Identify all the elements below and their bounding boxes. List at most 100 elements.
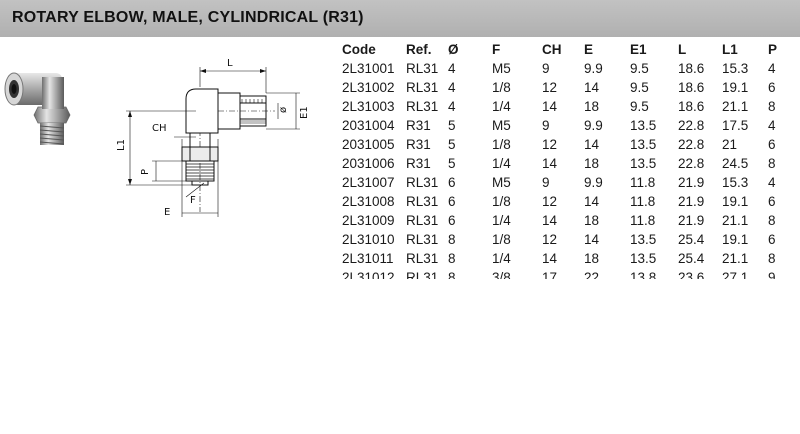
table-cell: 13.5	[630, 118, 657, 133]
table-cell: 2L31012	[342, 270, 395, 279]
table-row: 2L31001 RL31 4 M5 9 9.9 9.5 18.6 15.3 4	[342, 59, 798, 78]
table-cell: M5	[492, 118, 511, 133]
label-P: P	[140, 169, 151, 175]
table-row: 2L31008 RL31 6 1/8 12 14 11.8 21.9 19.1 6	[342, 192, 798, 211]
table-cell: 9	[542, 175, 550, 190]
table-cell: 4	[768, 118, 776, 133]
table-cell: 14	[542, 251, 558, 266]
column-header-l: L	[678, 42, 687, 57]
table-row: 2L31003 RL31 4 1/4 14 18 9.5 18.6 21.1 8	[342, 97, 798, 116]
table-cell: RL31	[406, 213, 439, 228]
table-cell: 2L31007	[342, 175, 395, 190]
table-cell: 2L31001	[342, 61, 395, 76]
table-cell: 25.4	[678, 232, 705, 247]
table-cell: 27.1	[722, 270, 749, 279]
table-cell: R31	[406, 137, 431, 152]
header-bar: ROTARY ELBOW, MALE, CYLINDRICAL (R31)	[0, 0, 800, 37]
table-cell: 6	[448, 194, 456, 209]
table-cell: 8	[768, 156, 776, 171]
table-cell: 12	[542, 80, 558, 95]
table-cell: 2L31011	[342, 251, 394, 266]
label-E1: E1	[299, 106, 310, 119]
table-cell: 18	[584, 213, 600, 228]
table-cell: RL31	[406, 251, 439, 266]
table-cell: 13.5	[630, 156, 657, 171]
table-cell: 19.1	[722, 80, 749, 95]
table-cell: 11.8	[630, 213, 656, 228]
table-cell: 19.1	[722, 194, 749, 209]
table-cell: 17	[542, 270, 558, 279]
table-cell: RL31	[406, 270, 439, 279]
column-header-p: P	[768, 42, 778, 57]
table-cell: 14	[542, 156, 558, 171]
table-cell: 11.8	[630, 194, 656, 209]
table-cell: 18	[584, 99, 600, 114]
column-header-code: Code	[342, 42, 376, 57]
table-cell: R31	[406, 156, 431, 171]
table-cell: 9.9	[584, 118, 603, 133]
product-photo	[4, 72, 71, 145]
table-cell: R31	[406, 118, 431, 133]
table-cell: 22.8	[678, 156, 705, 171]
table-cell: 2031005	[342, 137, 395, 152]
table-cell: 6	[768, 232, 776, 247]
table-cell: 8	[768, 99, 776, 114]
table-cell: 12	[542, 137, 558, 152]
table-cell: 21.9	[678, 175, 705, 190]
table-cell: 13.5	[630, 251, 657, 266]
table-cell: 8	[448, 251, 456, 266]
table-row: 2L31010 RL31 8 1/8 12 14 13.5 25.4 19.1 6	[342, 230, 798, 249]
table-cell: 13.5	[630, 137, 657, 152]
table-cell: 5	[448, 118, 456, 133]
content-area: L CH L1 P F E ø E1 Code Ref. Ø F CH E E1…	[0, 37, 800, 279]
table-cell: 21	[722, 137, 738, 152]
table-row: 2L31011 RL31 8 1/4 14 18 13.5 25.4 21.1 8	[342, 249, 798, 268]
table-cell: RL31	[406, 80, 439, 95]
table-cell: 9.5	[630, 99, 649, 114]
table-cell: 1/8	[492, 194, 511, 209]
table-cell: 1/8	[492, 80, 511, 95]
table-cell: 14	[542, 99, 558, 114]
table-cell: 6	[448, 175, 456, 190]
table-cell: 9.5	[630, 80, 649, 95]
table-cell: 13.5	[630, 232, 657, 247]
table-cell: 1/4	[492, 99, 511, 114]
table-cell: 4	[448, 61, 456, 76]
table-cell: RL31	[406, 232, 439, 247]
table-cell: 17.5	[722, 118, 749, 133]
table-body: 2L31001 RL31 4 M5 9 9.9 9.5 18.6 15.3 4 2L31002 RL3…	[342, 59, 798, 279]
table-cell: 15.3	[722, 175, 749, 190]
table-row: 2031004 R31 5 M5 9 9.9 13.5 22.8 17.5 4	[342, 116, 798, 135]
table-cell: 14	[542, 213, 558, 228]
table-cell: 4	[768, 175, 776, 190]
table-cell: 12	[542, 232, 558, 247]
table-cell: 9.9	[584, 175, 603, 190]
table-cell: 22	[584, 270, 600, 279]
table-cell: 9.9	[584, 61, 603, 76]
table-cell: RL31	[406, 99, 439, 114]
label-L1: L1	[116, 139, 127, 151]
table-cell: 13.8	[630, 270, 657, 279]
table-cell: RL31	[406, 61, 439, 76]
table-cell: 6	[768, 194, 776, 209]
table-cell: 1/8	[492, 232, 511, 247]
table-row: 2031006 R31 5 1/4 14 18 13.5 22.8 24.5 8	[342, 154, 798, 173]
table-cell: M5	[492, 61, 511, 76]
page-title: ROTARY ELBOW, MALE, CYLINDRICAL (R31)	[12, 9, 364, 26]
label-L: L	[227, 58, 233, 69]
specification-table: Code Ref. Ø F CH E E1 L L1 P 2L31001 RL31…	[342, 40, 798, 279]
table-cell: 14	[584, 80, 600, 95]
table-cell: 22.8	[678, 118, 705, 133]
table-row: 2L31009 RL31 6 1/4 14 18 11.8 21.9 21.1 8	[342, 211, 798, 230]
table-cell: 2031004	[342, 118, 395, 133]
table-row: 2L31007 RL31 6 M5 9 9.9 11.8 21.9 15.3 4	[342, 173, 798, 192]
table-cell: 2L31009	[342, 213, 395, 228]
table-row: 2031005 R31 5 1/8 12 14 13.5 22.8 21 6	[342, 135, 798, 154]
table-cell: 4	[768, 61, 776, 76]
technical-drawing: L CH L1 P F E ø E1	[116, 58, 310, 217]
table-cell: 9.5	[630, 61, 649, 76]
table-cell: RL31	[406, 194, 439, 209]
table-cell: 4	[448, 99, 456, 114]
table-cell: 8	[768, 213, 776, 228]
table-cell: 2L31003	[342, 99, 395, 114]
